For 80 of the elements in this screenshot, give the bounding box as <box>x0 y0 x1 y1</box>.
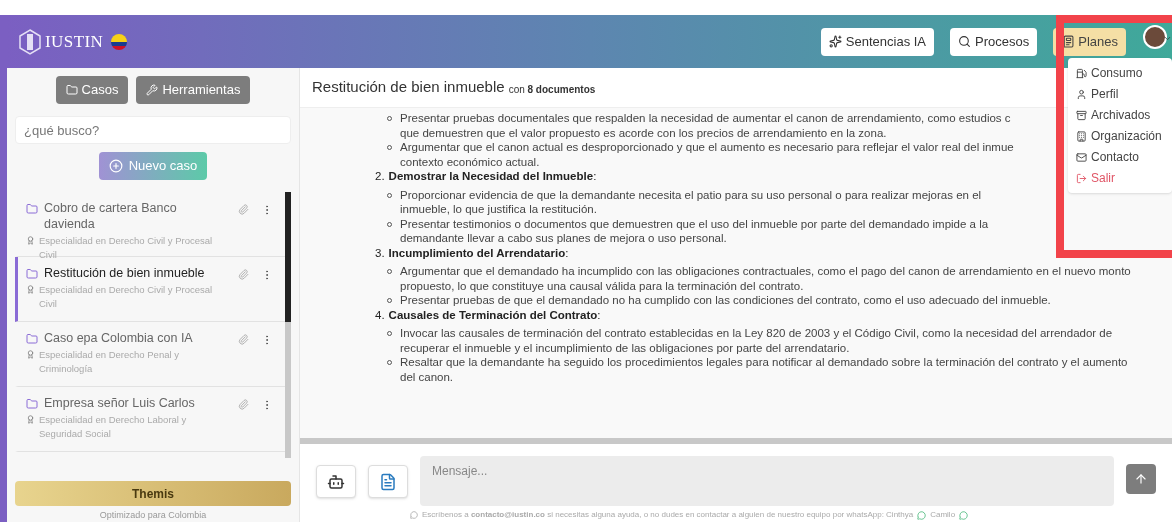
sparkle-icon <box>828 35 842 48</box>
paperclip-icon[interactable] <box>238 399 249 410</box>
horizontal-scrollbar[interactable] <box>300 438 1172 444</box>
pillar-logo-icon <box>19 28 41 55</box>
menu-item[interactable]: Contacto <box>1076 148 1164 166</box>
send-button[interactable] <box>1126 464 1156 494</box>
case-title: Restitución de bien inmueble <box>44 265 205 281</box>
folder-icon <box>26 333 38 345</box>
case-title: Cobro de cartera Banco davienda <box>44 200 178 232</box>
bullet-icon <box>387 221 392 227</box>
award-icon <box>26 415 35 424</box>
robot-button[interactable] <box>316 465 356 498</box>
logout-icon <box>1076 172 1087 184</box>
bullet-text: Argumentar que el canon actual es desproporcionado y que el aumento es necesario para reflejar el valor real del inmue contexto económico actual. <box>400 140 1015 169</box>
search-field[interactable]: ¿qué busco? <box>15 116 291 144</box>
mail-icon <box>1076 151 1087 163</box>
bullet-text: Resaltar que la demandante ha seguido los procedimientos legales para notificar al demandado sobre la terminación del contrato y el aumento del canon. <box>400 355 1129 384</box>
menu-item[interactable]: Salir <box>1076 169 1164 187</box>
award-icon <box>26 350 35 359</box>
section-number: 2. <box>375 169 385 184</box>
section-number: 4. <box>375 307 385 322</box>
menu-item[interactable]: Archivados <box>1076 106 1164 124</box>
folder-icon <box>26 203 38 215</box>
brand-name: IUSTIN <box>45 30 104 53</box>
bullet-text: Presentar testimonios o documentos que demuestren que el uso del inmueble por parte del demandado impide a la demandante llevar a cabo sus planes de mejora o uso personal. <box>400 216 990 246</box>
sidebar-tab[interactable]: Herramientas <box>136 76 251 104</box>
bullet-icon <box>387 331 392 336</box>
scrollbar[interactable] <box>285 192 291 458</box>
folder-icon <box>26 398 38 410</box>
section-number: 3. <box>375 245 385 260</box>
sidebar-tab[interactable]: Casos <box>55 76 129 104</box>
section-heading: Demostrar la Necesidad del Inmueble: <box>388 169 597 184</box>
plus-icon <box>108 159 123 173</box>
archive-icon <box>1076 109 1087 121</box>
folder-icon <box>26 268 38 280</box>
folder-icon <box>65 84 78 96</box>
chat-bubble-icon <box>410 511 418 519</box>
document-button[interactable] <box>368 465 408 498</box>
case-title: Caso epa Colombia con IA <box>44 330 193 346</box>
bullet-text: Invocar las causales de terminación del contrato establecidas en la Ley 820 de 2003 y el Código Civil, como la necesidad del arrendador de recuperar el inmueble y el incumplimiento de las obligaciones por parte del arrendatario. <box>400 326 1114 355</box>
bullet-icon <box>387 192 392 198</box>
tools-icon <box>146 84 159 96</box>
bullet-icon <box>387 269 392 274</box>
menu-item[interactable]: Consumo <box>1076 64 1164 82</box>
case-specialty: Especialidad en Derecho Laboral y Seguridad Social <box>39 413 188 441</box>
robot-icon <box>327 472 345 491</box>
paperclip-icon[interactable] <box>238 269 249 280</box>
caret-icon <box>1163 34 1172 43</box>
themis-button[interactable]: Themis <box>15 481 291 506</box>
message-field[interactable]: Mensaje... <box>420 456 1114 506</box>
user-icon <box>1076 88 1087 100</box>
bullet-icon <box>387 298 392 303</box>
bullet-text: Argumentar que el demandado ha incumplido con las obligaciones contractuales, como el pago del canon de arrendamiento en el nuevo monto propuesto, lo que constituye una causal válida para la terminación del contrato. <box>400 264 1132 293</box>
case-title: Empresa señor Luis Carlos <box>44 395 195 411</box>
nav-button[interactable]: Procesos <box>950 27 1038 56</box>
menu-item[interactable]: Organización <box>1076 127 1164 145</box>
paperclip-icon[interactable] <box>238 334 249 345</box>
case-specialty: Especialidad en Derecho Civil y Procesal Civil <box>39 283 214 311</box>
bullet-text: Proporcionar evidencia de que la demandante necesita el patio para su uso personal o para realizar mejoras en el inmueble, lo que justifica la restitución. <box>400 187 983 217</box>
bullet-text: Presentar pruebas de que el demandado no ha cumplido con las condiciones del contrato, como el uso adecuado del inmueble. <box>400 293 1051 308</box>
help-note: Escríbenos a contacto@iustin.co si necesitas alguna ayuda, o no dudes en contactar a alguien de nuestro equipo por whatsApp: Cinthya <box>422 510 914 520</box>
menu-item[interactable]: Perfil <box>1076 85 1164 103</box>
case-specialty: Especialidad en Derecho Penal y Criminología <box>39 348 180 376</box>
section-heading: Causales de Terminación del Contrato: <box>388 307 601 322</box>
nav-button[interactable]: Sentencias IA <box>820 27 935 56</box>
arrow-up-icon <box>1134 472 1148 486</box>
bullet-icon <box>387 360 392 365</box>
chat-title: Restitución de bien inmueble <box>312 77 505 98</box>
bullet-icon <box>387 145 392 150</box>
award-icon <box>26 285 35 294</box>
building-icon <box>1076 130 1087 142</box>
paperclip-icon[interactable] <box>238 204 249 215</box>
flag-icon <box>111 33 128 50</box>
bullet-text: Presentar pruebas documentales que respalden la necesidad de aumentar el canon de arrendamiento, como estudios c que demuestren que el valor propuesto es acorde con los precios de arrendamiento en la zona. <box>400 111 1012 140</box>
document-icon <box>379 472 397 491</box>
document-count: con 8 documentos <box>508 83 596 97</box>
footer-text: Optimizado para Colombia <box>98 510 208 520</box>
bullet-icon <box>387 116 392 121</box>
award-icon <box>26 236 35 245</box>
section-heading: Incumplimiento del Arrendatario: <box>388 245 569 260</box>
